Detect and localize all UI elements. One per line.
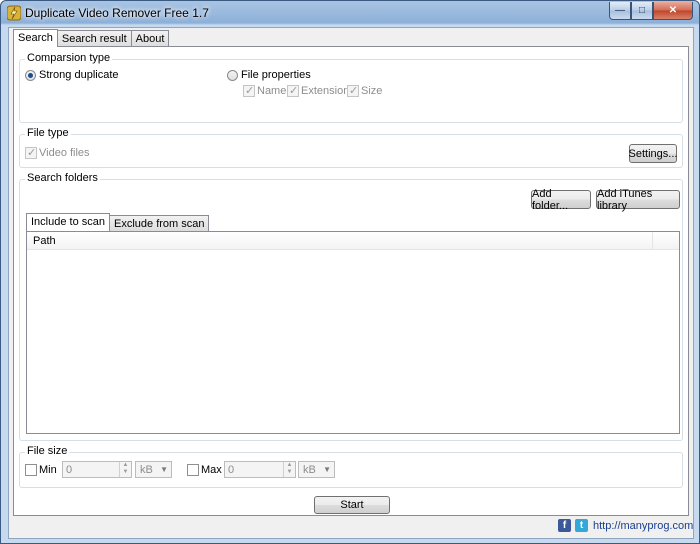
max-size-checkbox[interactable] <box>187 464 199 476</box>
spinner-arrows-icon[interactable]: ▲ ▼ <box>283 462 295 477</box>
maximize-icon: □ <box>638 5 646 16</box>
maximize-button[interactable]: □ <box>631 2 653 20</box>
title-bar[interactable]: Duplicate Video Remover Free 1.7 — □ ✕ <box>1 1 699 25</box>
tab-exclude-from-scan[interactable]: Exclude from scan <box>109 215 210 231</box>
minimize-icon: — <box>615 5 625 16</box>
extension-checkbox[interactable] <box>287 84 299 97</box>
max-unit-select[interactable]: kB ▼ <box>298 461 335 478</box>
file-type-group: File type Video files Settings... <box>19 127 683 168</box>
strong-duplicate-radio[interactable] <box>25 70 36 81</box>
file-size-group: File size Min 0 ▲ ▼ kB ▼ Max 0 ▲ ▼ kB ▼ <box>19 445 683 488</box>
add-folder-button[interactable]: Add folder... <box>531 188 591 212</box>
website-link[interactable]: http://manyprog.com <box>593 520 693 532</box>
file-properties-radio[interactable] <box>227 70 238 81</box>
search-folders-group: Search folders Add folder... Add iTunes … <box>19 172 683 441</box>
file-properties-label[interactable]: File properties <box>241 69 311 81</box>
min-size-label[interactable]: Min <box>39 464 57 476</box>
path-list-header: Path <box>27 232 679 250</box>
tab-include-to-scan[interactable]: Include to scan <box>26 213 110 231</box>
chevron-down-icon: ▼ <box>323 465 331 474</box>
min-unit-select[interactable]: kB ▼ <box>135 461 172 478</box>
facebook-icon[interactable]: f <box>558 519 571 532</box>
comparison-type-legend: Comparsion type <box>25 52 113 64</box>
file-size-legend: File size <box>25 445 70 457</box>
search-folders-legend: Search folders <box>25 172 100 184</box>
path-column-header[interactable]: Path <box>27 232 653 250</box>
strong-duplicate-label[interactable]: Strong duplicate <box>39 69 119 81</box>
comparison-type-group: Comparsion type Strong duplicate File pr… <box>19 52 683 123</box>
app-window: Duplicate Video Remover Free 1.7 — □ ✕ S… <box>0 0 700 544</box>
app-lightning-icon <box>7 5 21 21</box>
name-checkbox[interactable] <box>243 84 255 97</box>
extension-checkbox-label: Extension <box>301 85 350 97</box>
video-files-label: Video files <box>39 147 90 159</box>
search-tab-page: Comparsion type Strong duplicate File pr… <box>13 46 689 516</box>
max-unit-value: kB <box>303 464 316 476</box>
twitter-icon[interactable]: t <box>575 519 588 532</box>
min-unit-value: kB <box>140 464 153 476</box>
tab-about[interactable]: About <box>130 30 170 47</box>
min-size-value: 0 <box>66 464 73 476</box>
minimize-button[interactable]: — <box>609 2 631 20</box>
client-area: Search Search result About Comparsion ty… <box>8 27 694 539</box>
tab-search-result[interactable]: Search result <box>56 30 132 47</box>
max-size-value: 0 <box>228 464 235 476</box>
size-checkbox-label: Size <box>361 85 383 97</box>
main-tabs: Search Search result About <box>13 29 170 47</box>
name-checkbox-label: Name <box>257 85 287 97</box>
spinner-arrows-icon[interactable]: ▲ ▼ <box>119 462 131 477</box>
scan-tabs: Include to scan Exclude from scan <box>26 213 210 231</box>
settings-button[interactable]: Settings... <box>629 144 677 163</box>
close-button[interactable]: ✕ <box>653 2 693 20</box>
min-size-checkbox[interactable] <box>25 464 37 476</box>
chevron-down-icon: ▼ <box>160 465 168 474</box>
file-type-legend: File type <box>25 127 71 139</box>
video-files-checkbox[interactable] <box>25 146 37 159</box>
max-size-spinner[interactable]: 0 ▲ ▼ <box>224 461 296 478</box>
window-title: Duplicate Video Remover Free 1.7 <box>25 6 209 20</box>
max-size-label[interactable]: Max <box>201 464 222 476</box>
size-checkbox[interactable] <box>347 84 359 97</box>
min-size-spinner[interactable]: 0 ▲ ▼ <box>62 461 132 478</box>
start-button[interactable]: Start <box>314 496 390 514</box>
add-itunes-library-button[interactable]: Add iTunes library <box>596 188 680 212</box>
path-list[interactable]: Path <box>26 231 680 434</box>
tab-search[interactable]: Search <box>13 29 58 47</box>
close-icon: ✕ <box>668 5 678 16</box>
